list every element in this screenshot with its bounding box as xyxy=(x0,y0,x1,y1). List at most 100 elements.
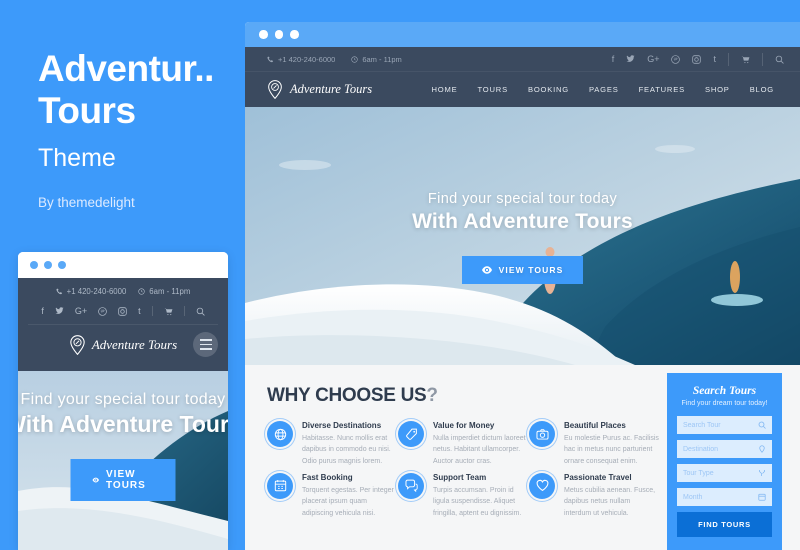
cart-icon[interactable] xyxy=(164,307,173,316)
view-tours-button[interactable]: VIEW TOURS xyxy=(461,256,584,284)
mobile-site-body: +1 420-240-6000 6am - 11pm f G+ t Advent… xyxy=(18,278,228,550)
feature-heading: Value for Money xyxy=(433,421,495,430)
search-icon xyxy=(758,421,766,429)
mobile-phone-text: +1 420-240-6000 xyxy=(66,287,127,296)
phone-item[interactable]: +1 420-240-6000 xyxy=(267,55,335,64)
mobile-hours-text: 6am - 11pm xyxy=(149,287,191,296)
hours-item: 6am - 11pm xyxy=(351,54,402,64)
camera-icon xyxy=(529,421,555,447)
mobile-window-chrome xyxy=(18,252,228,278)
hero-title: With Adventure Tours xyxy=(412,210,633,233)
tumblr-icon[interactable]: t xyxy=(138,306,141,316)
promo-title-line1: Adventur.. xyxy=(38,48,214,89)
nav-item-tours[interactable]: TOURS xyxy=(478,73,508,106)
feature-heading: Fast Booking xyxy=(302,472,353,482)
feature-text: Torquent egestas. Per integer placerat i… xyxy=(302,486,394,517)
phone-text: +1 420-240-6000 xyxy=(278,54,336,64)
nav-item-booking[interactable]: BOOKING xyxy=(528,73,569,106)
promo-title-line2: Tours xyxy=(38,89,136,131)
tumblr-icon[interactable]: t xyxy=(713,54,716,64)
hero-text-block: Find your special tour today With Advent… xyxy=(245,191,800,284)
tag-icon xyxy=(398,421,424,447)
nav-item-pages[interactable]: PAGES xyxy=(589,73,619,106)
search-tours-widget: Search Tours Find your dream tour today!… xyxy=(667,373,782,550)
desktop-navbar: Adventure Tours HOME TOURS BOOKING PAGES… xyxy=(245,71,800,107)
facebook-icon[interactable]: f xyxy=(612,54,615,64)
mobile-brand-name[interactable]: Adventure Tours xyxy=(92,337,177,353)
facebook-icon[interactable]: f xyxy=(41,306,44,316)
destination-placeholder: Destination xyxy=(683,445,719,453)
hero-cta-label: VIEW TOURS xyxy=(498,265,564,275)
hamburger-icon[interactable] xyxy=(193,332,218,357)
feature-text: Metus cubilia aenean. Fusce, dapibus net… xyxy=(564,486,656,517)
feature-item: Value for Money Nulla imperdiet dictum l… xyxy=(398,421,528,467)
destination-input[interactable]: Destination xyxy=(677,440,772,458)
search-tour-placeholder: Search Tour xyxy=(683,421,721,429)
cart-icon[interactable] xyxy=(741,55,750,64)
desktop-topbar: +1 420-240-6000 6am - 11pm f G+ t xyxy=(245,47,800,71)
section-title-mark: ? xyxy=(426,385,438,406)
instagram-icon[interactable] xyxy=(692,54,702,64)
mobile-hero-line2: With Adventure Tours xyxy=(18,411,228,437)
nav-item-shop[interactable]: SHOP xyxy=(705,73,730,106)
feature-heading: Passionate Travel xyxy=(564,472,632,482)
promo-byline: By themedelight xyxy=(38,194,135,210)
feature-text: Habitasse. Nunc mollis erat dapibus in c… xyxy=(302,435,391,465)
social-divider xyxy=(151,306,153,316)
mobile-hero-text: Find your special tour today With Advent… xyxy=(18,391,228,438)
globe-icon xyxy=(267,421,293,447)
tour-type-placeholder: Tour Type xyxy=(683,469,714,477)
pinterest-icon[interactable] xyxy=(671,54,681,64)
desktop-preview-window: +1 420-240-6000 6am - 11pm f G+ t Advent… xyxy=(245,22,800,550)
search-icon[interactable] xyxy=(196,307,205,316)
window-dot-minimize[interactable] xyxy=(44,261,52,269)
feature-heading: Beautiful Places xyxy=(564,421,626,430)
search-widget-subtitle: Find your dream tour today! xyxy=(681,400,768,407)
why-choose-us-section: WHY CHOOSE US? Diverse Destinations Habi… xyxy=(245,365,800,550)
hero-subtitle: Find your special tour today xyxy=(427,191,618,207)
nav-item-features[interactable]: FEATURES xyxy=(639,73,685,106)
compass-pin-icon xyxy=(267,80,283,99)
window-dot-close[interactable] xyxy=(259,30,268,39)
search-widget-title: Search Tours xyxy=(692,385,757,397)
instagram-icon[interactable] xyxy=(118,306,127,316)
feature-text: Nulla imperdiet dictum laoreet netus. Ha… xyxy=(433,435,526,465)
search-icon[interactable] xyxy=(775,55,784,64)
mobile-navbar: Adventure Tours xyxy=(18,325,228,365)
desktop-window-chrome xyxy=(245,22,800,47)
feature-heading: Diverse Destinations xyxy=(302,421,382,430)
google-plus-icon[interactable]: G+ xyxy=(647,54,659,64)
mobile-phone[interactable]: +1 420-240-6000 xyxy=(56,287,127,296)
calendar-icon xyxy=(758,493,766,501)
brand-name: Adventure Tours xyxy=(290,82,373,96)
mobile-hero-line1: Find your special tour today xyxy=(20,391,226,408)
search-tour-input[interactable]: Search Tour xyxy=(677,416,772,434)
site-logo[interactable]: Adventure Tours xyxy=(267,80,372,99)
window-dot-close[interactable] xyxy=(30,261,38,269)
window-dot-maximize[interactable] xyxy=(290,30,299,39)
clock-icon xyxy=(351,55,358,63)
main-menu: HOME TOURS BOOKING PAGES FEATURES SHOP B… xyxy=(432,73,774,106)
google-plus-icon[interactable]: G+ xyxy=(75,306,87,316)
mobile-hours: 6am - 11pm xyxy=(138,287,190,296)
hero-section: Find your special tour today With Advent… xyxy=(245,107,800,365)
feature-item: Passionate Travel Metus cubilia aenean. … xyxy=(529,472,659,519)
feature-text: Turpis accumsan. Proin id ligula suspend… xyxy=(433,486,522,517)
nav-item-blog[interactable]: BLOG xyxy=(750,73,774,106)
mobile-view-tours-button[interactable]: VIEW TOURS xyxy=(70,459,176,501)
twitter-icon[interactable] xyxy=(55,307,64,315)
window-dot-minimize[interactable] xyxy=(274,30,283,39)
window-dot-maximize[interactable] xyxy=(58,261,66,269)
month-placeholder: Month xyxy=(683,493,703,501)
feature-item: Support Team Turpis accumsan. Proin id l… xyxy=(398,472,528,519)
twitter-icon[interactable] xyxy=(626,55,635,63)
tour-type-input[interactable]: Tour Type xyxy=(677,464,772,482)
chat-icon xyxy=(398,472,424,499)
nav-item-home[interactable]: HOME xyxy=(432,73,458,106)
hours-text: 6am - 11pm xyxy=(362,54,402,64)
phone-icon xyxy=(56,288,62,295)
find-tours-button[interactable]: FIND TOURS xyxy=(677,512,772,537)
topbar-social-bar: f G+ t xyxy=(612,52,800,66)
month-input[interactable]: Month xyxy=(677,488,772,506)
pinterest-icon[interactable] xyxy=(98,306,107,316)
